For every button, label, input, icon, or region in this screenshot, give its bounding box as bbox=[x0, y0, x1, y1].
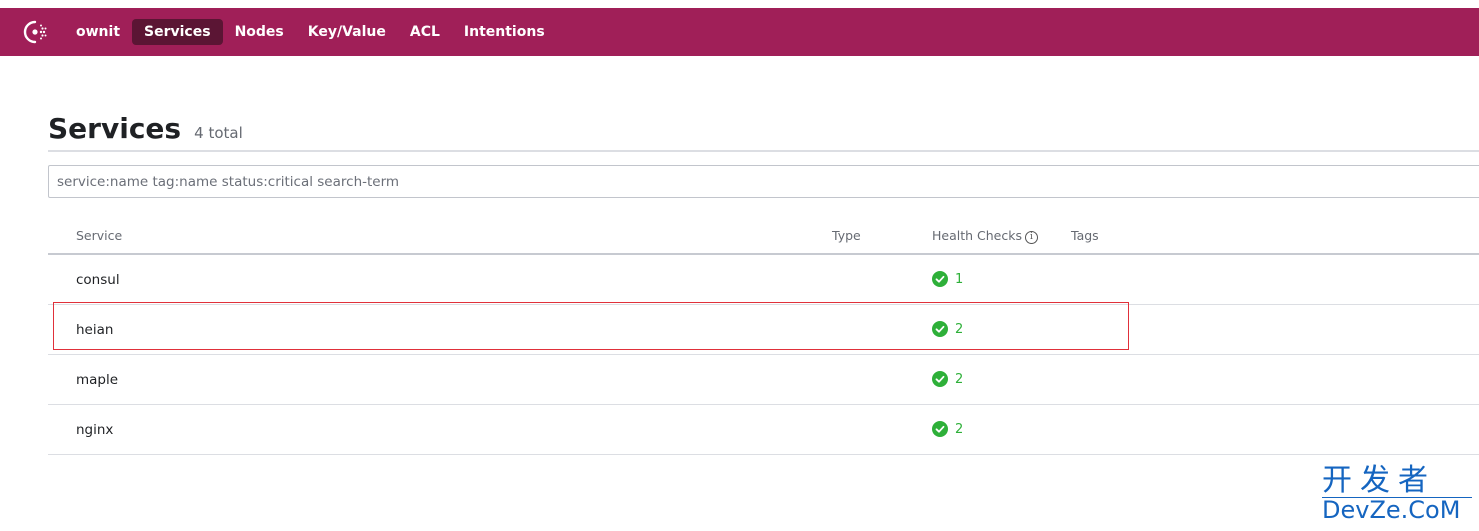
info-icon[interactable]: i bbox=[1024, 231, 1038, 244]
header-service[interactable]: Service bbox=[76, 228, 122, 243]
service-name[interactable]: nginx bbox=[76, 422, 113, 438]
passing-count: 2 bbox=[955, 371, 964, 387]
check-circle-icon bbox=[932, 371, 948, 387]
nav-key-value[interactable]: Key/Value bbox=[296, 19, 398, 45]
top-strip bbox=[0, 0, 1479, 8]
service-name[interactable]: heian bbox=[76, 322, 113, 338]
health-checks: 2 bbox=[932, 321, 963, 337]
nav-intentions[interactable]: Intentions bbox=[452, 19, 557, 45]
nav-nodes[interactable]: Nodes bbox=[223, 19, 296, 45]
page-title: Services bbox=[48, 112, 182, 145]
watermark-cn: 开发者 bbox=[1322, 463, 1436, 498]
header-health-checks-label: Health Checks bbox=[932, 228, 1022, 243]
table-row[interactable]: maple 2 bbox=[48, 355, 1479, 405]
datacenter-selector[interactable]: ownit bbox=[64, 19, 132, 45]
services-table: Service Type Health Checks i Tags consul … bbox=[48, 218, 1479, 455]
health-checks: 2 bbox=[932, 371, 963, 387]
page-header: Services 4 total bbox=[48, 112, 1479, 152]
passing-count: 1 bbox=[955, 271, 964, 287]
table-row[interactable]: heian 2 bbox=[48, 305, 1479, 355]
check-circle-icon bbox=[932, 271, 948, 287]
services-count: 4 total bbox=[194, 124, 243, 142]
service-name[interactable]: consul bbox=[76, 272, 120, 288]
search-input[interactable] bbox=[48, 165, 1479, 198]
top-nav: ownit Services Nodes Key/Value ACL Inten… bbox=[0, 8, 1479, 56]
check-circle-icon bbox=[932, 321, 948, 337]
consul-logo-icon[interactable] bbox=[22, 19, 52, 45]
health-checks: 1 bbox=[932, 271, 963, 287]
table-row[interactable]: consul 1 bbox=[48, 255, 1479, 305]
watermark-en: DevZe.CoM bbox=[1322, 497, 1472, 522]
passing-count: 2 bbox=[955, 421, 964, 437]
check-circle-icon bbox=[932, 421, 948, 437]
health-checks: 2 bbox=[932, 421, 963, 437]
header-type[interactable]: Type bbox=[832, 228, 861, 243]
table-header: Service Type Health Checks i Tags bbox=[48, 218, 1479, 255]
table-row[interactable]: nginx 2 bbox=[48, 405, 1479, 455]
passing-count: 2 bbox=[955, 321, 964, 337]
nav-acl[interactable]: ACL bbox=[398, 19, 452, 45]
watermark: 开发者 DevZe.CoM bbox=[1322, 465, 1472, 525]
service-name[interactable]: maple bbox=[76, 372, 118, 388]
header-tags[interactable]: Tags bbox=[1071, 228, 1099, 243]
nav-services[interactable]: Services bbox=[132, 19, 223, 45]
header-health-checks[interactable]: Health Checks i bbox=[932, 228, 1038, 244]
